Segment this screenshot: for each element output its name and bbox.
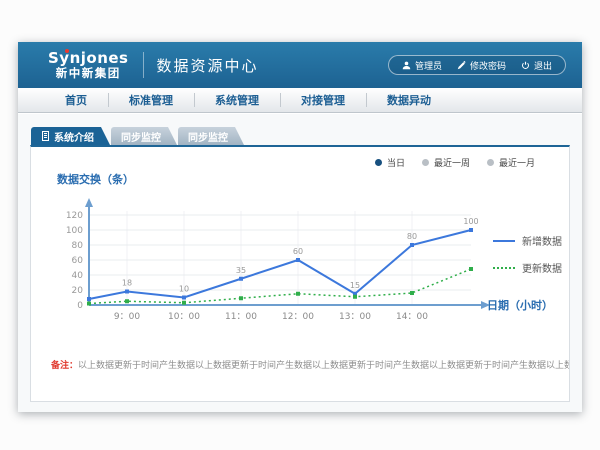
chart-legend: 新增数据更新数据	[493, 233, 562, 275]
svg-text:0: 0	[77, 301, 83, 311]
tab-label: 同步监控	[188, 129, 228, 144]
svg-text:11：00: 11：00	[225, 312, 257, 322]
svg-text:14：00: 14：00	[396, 312, 428, 322]
tab-label: 系统介绍	[54, 129, 94, 144]
legend-item-1[interactable]: 更新数据	[493, 260, 562, 275]
header-divider	[143, 52, 144, 78]
svg-text:60: 60	[293, 247, 303, 256]
svg-text:35: 35	[236, 266, 246, 275]
chart-card: 当日最近一周最近一月 数据交换（条） 9：0010：0011：0012：0013…	[30, 145, 570, 402]
user-menu-label: 修改密码	[470, 59, 506, 72]
svg-text:12：00: 12：00	[282, 312, 314, 322]
x-axis-title: 日期（小时）	[487, 297, 553, 313]
tab-0[interactable]: 系统介绍	[31, 127, 110, 145]
svg-text:80: 80	[72, 241, 84, 251]
logo: Synjones 新中新集团	[48, 50, 129, 79]
nav-item-0[interactable]: 首页	[44, 92, 108, 108]
svg-text:15: 15	[350, 281, 360, 290]
user-menu-item-0[interactable]: 管理员	[402, 59, 442, 72]
app-window: Synjones 新中新集团 数据资源中心 管理员修改密码退出 首页标准管理系统…	[18, 42, 582, 412]
legend-swatch	[493, 240, 515, 242]
logo-subtext: 新中新集团	[48, 67, 129, 80]
legend-swatch	[493, 267, 515, 269]
page-title: 数据资源中心	[157, 55, 259, 76]
svg-text:10：00: 10：00	[168, 312, 200, 322]
tab-bar: 系统介绍 同步监控 同步监控	[31, 127, 245, 145]
svg-text:9：00: 9：00	[114, 312, 140, 322]
app-header: Synjones 新中新集团 数据资源中心 管理员 修改密码 退出	[18, 42, 582, 88]
tab-label: 同步监控	[121, 129, 161, 144]
content-area: 系统介绍同步监控同步监控 当日最近一周最近一月 数据交换（条） 9：0010：0…	[18, 114, 582, 412]
svg-text:20: 20	[72, 286, 84, 296]
svg-text:40: 40	[72, 271, 84, 281]
edit-icon	[457, 61, 466, 70]
user-menu-item-2[interactable]: 退出	[521, 59, 552, 72]
footnote-label: 备注：	[51, 361, 78, 371]
nav-item-4[interactable]: 数据异动	[366, 92, 452, 108]
tab-1[interactable]: 同步监控	[111, 127, 177, 145]
svg-text:100: 100	[66, 226, 83, 236]
svg-text:100: 100	[463, 217, 478, 226]
svg-text:80: 80	[407, 232, 417, 241]
svg-text:10: 10	[179, 285, 189, 294]
svg-text:120: 120	[66, 211, 83, 221]
footnote: 备注：以上数据更新于时间产生数据以上数据更新于时间产生数据以上数据更新于时间产生…	[31, 358, 569, 371]
user-menu-item-1[interactable]: 修改密码	[457, 59, 506, 72]
nav-menu: 首页标准管理系统管理对接管理数据异动	[18, 88, 582, 113]
user-icon	[402, 61, 411, 70]
user-menu: 管理员 修改密码 退出	[388, 55, 566, 75]
user-menu-label: 管理员	[415, 59, 442, 72]
legend-label: 更新数据	[522, 260, 562, 275]
legend-item-0[interactable]: 新增数据	[493, 233, 562, 248]
document-icon	[41, 131, 50, 141]
user-menu-label: 退出	[534, 59, 552, 72]
nav-item-1[interactable]: 标准管理	[108, 92, 194, 108]
svg-text:60: 60	[72, 256, 84, 266]
footnote-text: 以上数据更新于时间产生数据以上数据更新于时间产生数据以上数据更新于时间产生数据以…	[78, 361, 569, 371]
legend-label: 新增数据	[522, 233, 562, 248]
nav-item-2[interactable]: 系统管理	[194, 92, 280, 108]
logo-text: Synjones	[48, 50, 129, 67]
power-icon	[521, 61, 530, 70]
nav-item-3[interactable]: 对接管理	[280, 92, 366, 108]
svg-text:18: 18	[122, 279, 132, 288]
svg-text:13：00: 13：00	[339, 312, 371, 322]
tab-2[interactable]: 同步监控	[178, 127, 244, 145]
